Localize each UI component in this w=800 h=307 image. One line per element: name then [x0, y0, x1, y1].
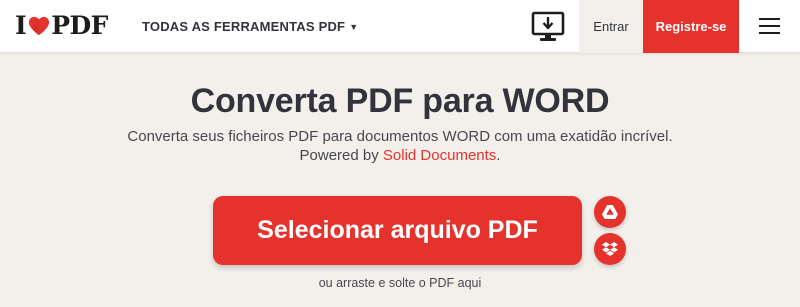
select-pdf-file-button[interactable]: Selecionar arquivo PDF [213, 196, 582, 265]
drag-drop-hint: ou arraste e solte o PDF aqui [318, 276, 482, 290]
subtitle-description: Converta seus ficheiros PDF para documen… [127, 128, 673, 145]
google-drive-icon [602, 205, 618, 219]
desktop-download-icon[interactable] [531, 11, 565, 43]
google-drive-button[interactable] [594, 196, 626, 228]
page-title: Converta PDF para WORD [190, 82, 610, 120]
top-navbar: I PDF TODAS AS FERRAMENTAS PDF ▼ Entrar … [0, 0, 800, 53]
powered-by-line: Powered by Solid Documents. [0, 146, 800, 165]
dropbox-button[interactable] [594, 233, 626, 265]
powered-by-prefix: Powered by [299, 147, 383, 164]
powered-by-suffix: . [496, 147, 501, 164]
ilovepdf-logo[interactable]: I PDF [15, 12, 108, 40]
logo-letter-i: I [15, 11, 27, 40]
caret-down-icon: ▼ [349, 21, 359, 32]
all-tools-label: TODAS AS FERRAMENTAS PDF [142, 19, 346, 34]
all-tools-dropdown[interactable]: TODAS AS FERRAMENTAS PDF ▼ [142, 0, 358, 53]
logo-text-pdf: PDF [51, 11, 108, 40]
dropbox-icon [602, 241, 618, 256]
page-subtitle: Converta seus ficheiros PDF para documen… [0, 127, 800, 165]
heart-icon [29, 16, 50, 36]
login-button[interactable]: Entrar [579, 0, 643, 53]
solid-documents-link[interactable]: Solid Documents [383, 147, 496, 164]
signup-button[interactable]: Registre-se [643, 0, 739, 53]
hamburger-menu-icon[interactable] [759, 18, 780, 35]
